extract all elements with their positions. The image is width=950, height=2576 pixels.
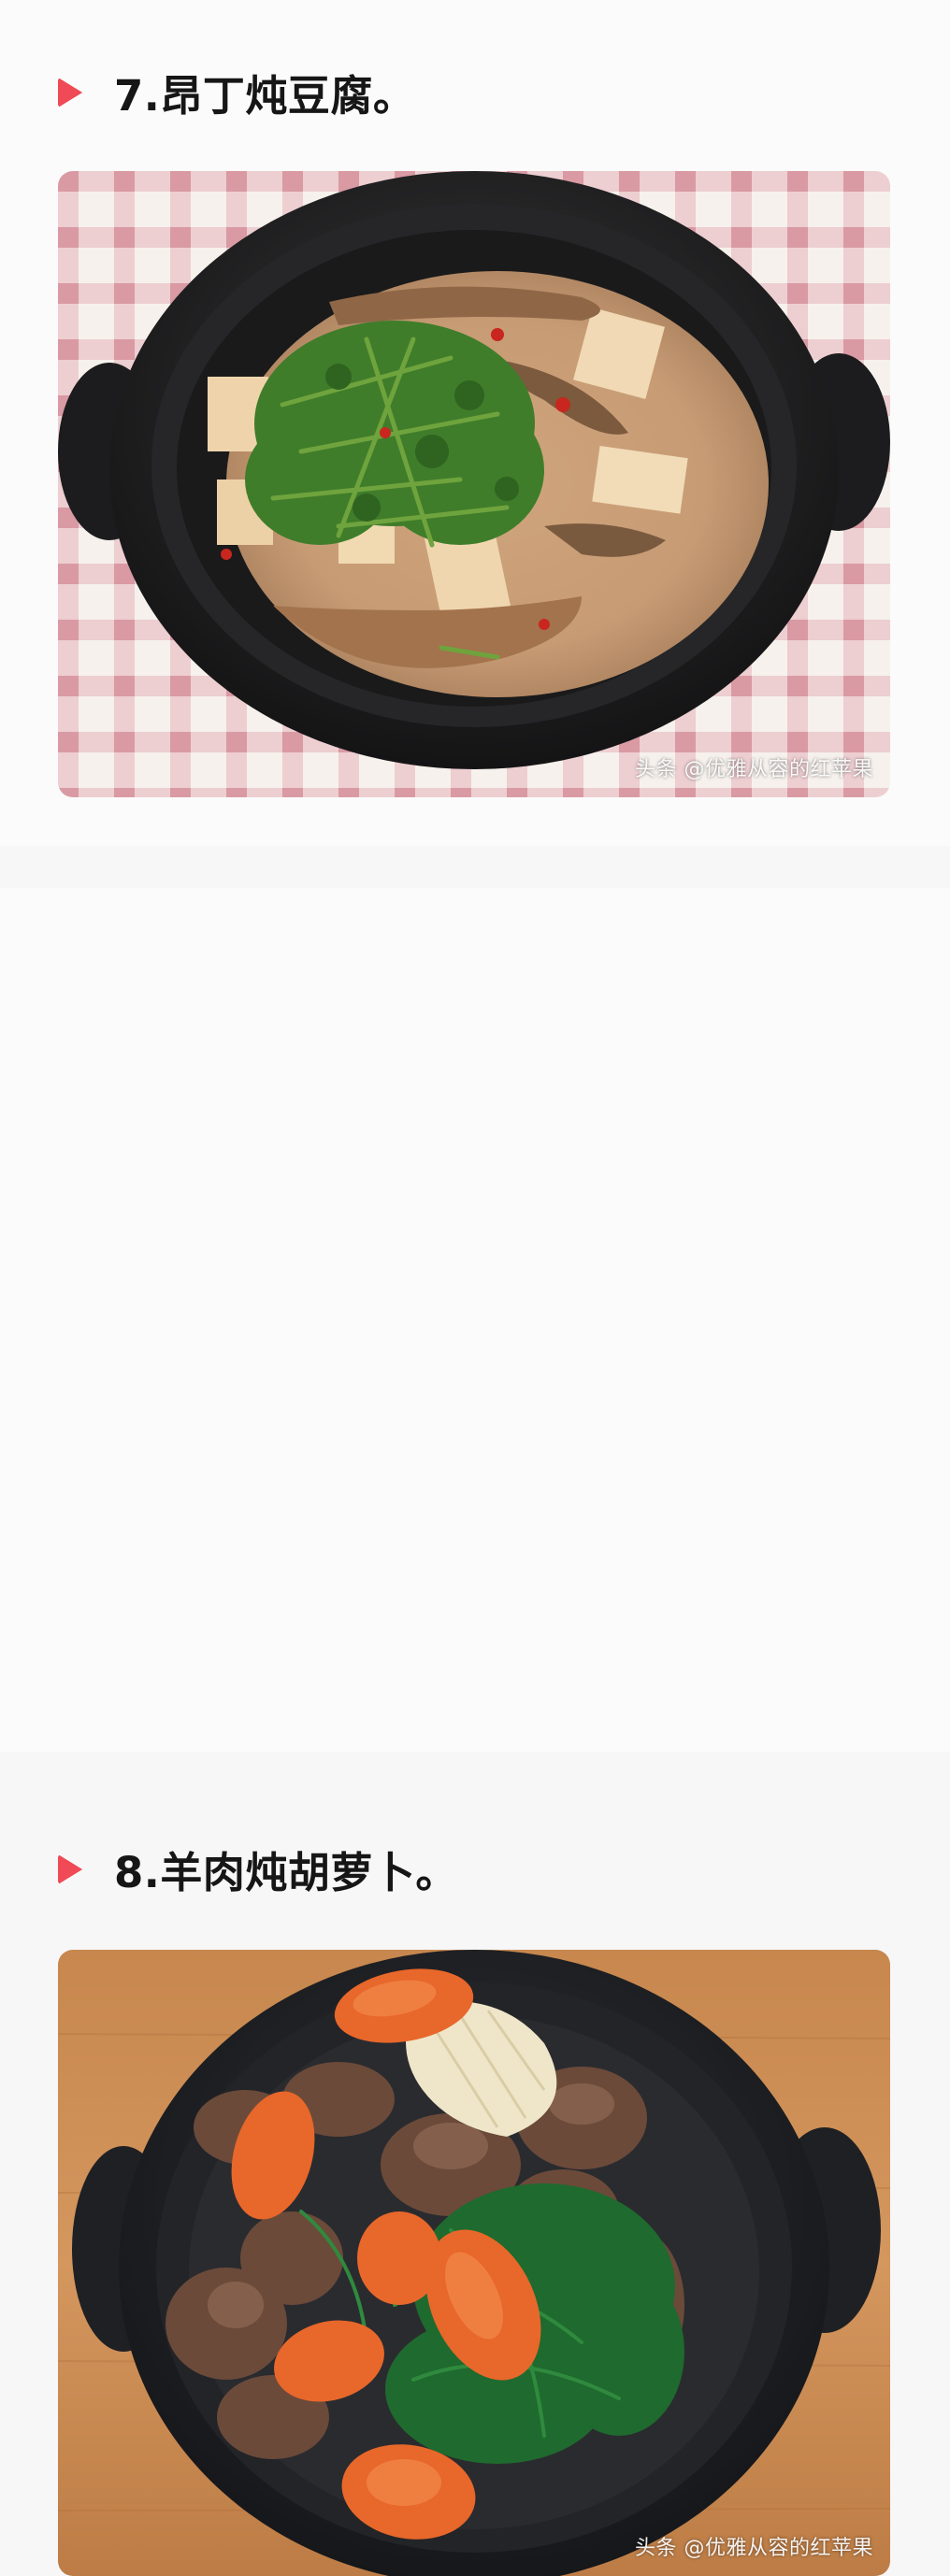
play-triangle-icon <box>58 77 82 107</box>
dish-photo[interactable]: 头条 @优雅从容的红苹果 <box>58 171 890 797</box>
section-heading: 8.羊肉炖胡萝卜。 <box>58 1839 458 1899</box>
fish-tofu-stew-image <box>58 171 890 797</box>
article-section-7: 7.昂丁炖豆腐。 头条 @优雅从容的红苹果 <box>0 0 950 846</box>
play-triangle-icon <box>58 1853 82 1884</box>
section-title: 7.昂丁炖豆腐。 <box>114 71 416 121</box>
dish-photo[interactable]: 头条 @优雅从容的红苹果 <box>58 1950 890 2576</box>
article-section-8: 8.羊肉炖胡萝卜。 头条 @优雅从容的红苹果 <box>0 888 950 2576</box>
watermark: 头条 @优雅从容的红苹果 <box>635 2537 873 2560</box>
section-title: 8.羊肉炖胡萝卜。 <box>114 1848 458 1897</box>
section-heading: 7.昂丁炖豆腐。 <box>58 62 415 122</box>
watermark: 头条 @优雅从容的红苹果 <box>635 758 873 781</box>
lamb-carrot-stew-image <box>58 1950 890 2576</box>
